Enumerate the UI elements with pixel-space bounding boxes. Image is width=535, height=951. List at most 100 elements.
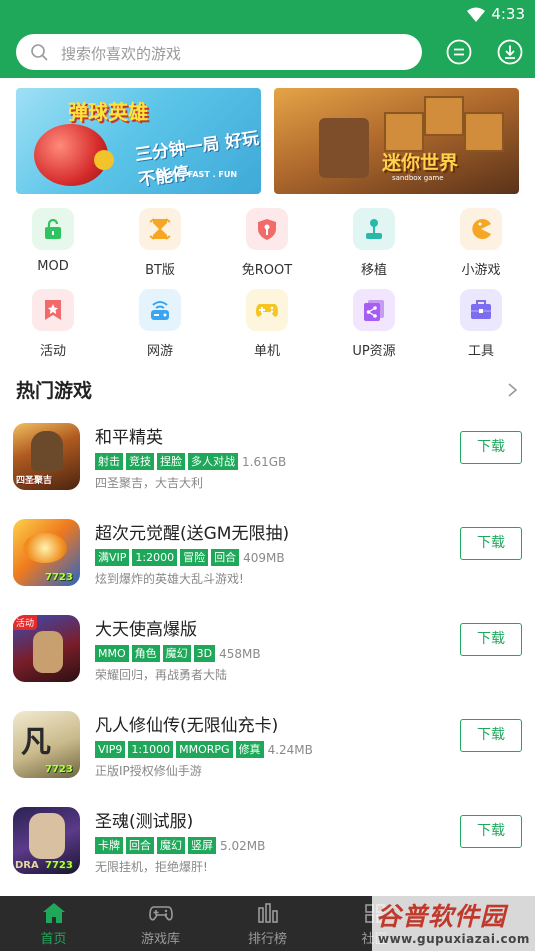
- banner-tagline: EASY . FAST . FUN: [156, 170, 238, 179]
- banner-mini-world[interactable]: 迷你世界 sandbox game: [274, 88, 519, 194]
- game-tag: 1:2000: [132, 549, 178, 566]
- category-icon-bg: [353, 289, 395, 331]
- game-description: 炫到爆炸的英雄大乱斗游戏!: [95, 572, 244, 586]
- ranking-icon: [257, 903, 278, 923]
- game-tags: VIP9 1:1000 MMORPG 修真 4.24MB: [95, 739, 313, 758]
- download-manager-icon[interactable]: [496, 38, 524, 66]
- category-port[interactable]: 移植: [339, 208, 409, 278]
- game-tag: 魔幻: [162, 645, 191, 662]
- download-button[interactable]: 下载: [460, 623, 522, 656]
- online-game-icon: [151, 301, 169, 320]
- tab-label: 游戏库: [140, 932, 180, 947]
- banner-pinball-hero[interactable]: 弹球英雄 三分钟一局 好玩不能停 EASY . FAST . FUN: [16, 88, 261, 194]
- section-title: 热门游戏: [16, 380, 93, 402]
- game-tag: 1:1000: [128, 741, 174, 758]
- lock-icon: [45, 218, 61, 239]
- category-icon-bg: [246, 208, 288, 250]
- game-name: 大天使高爆版: [95, 620, 197, 640]
- watermark-title: 谷普软件园: [376, 902, 507, 931]
- banner-tagline: sandbox game: [392, 174, 444, 182]
- download-button[interactable]: 下载: [460, 527, 522, 560]
- banner-title: 迷你世界: [382, 152, 459, 174]
- game-tags: MMO 角色 魔幻 3D 458MB: [95, 643, 261, 662]
- game-list-item[interactable]: 四圣聚吉 和平精英 射击 竞技 捏脸 多人对战 1.61GB 四圣聚吉，大吉大利 下载: [0, 423, 535, 519]
- download-button[interactable]: 下载: [460, 719, 522, 752]
- game-list-item[interactable]: DRA 7723 圣魂(测试服) 卡牌 回合 魔幻 竖屏 5.02MB 无限挂机，拒绝爆…: [0, 807, 535, 903]
- banner-title: 弹球英雄: [68, 100, 148, 124]
- search-icon: [31, 44, 48, 61]
- category-icon-bg: [353, 208, 395, 250]
- game-name: 超次元觉醒(送GM无限抽): [95, 524, 290, 544]
- category-icon-bg: [139, 208, 181, 250]
- download-button[interactable]: 下载: [460, 431, 522, 464]
- category-online-games[interactable]: 网游: [125, 289, 195, 359]
- game-tag: 修真: [235, 741, 264, 758]
- category-events[interactable]: 活动: [18, 289, 88, 359]
- game-icon-label: 四圣聚吉: [16, 476, 53, 486]
- game-name: 圣魂(测试服): [95, 812, 194, 832]
- category-no-root[interactable]: 免ROOT: [232, 208, 302, 278]
- game-list-item[interactable]: 凡 7723 凡人修仙传(无限仙充卡) VIP9 1:1000 MMORPG 修真 4.…: [0, 711, 535, 807]
- game-icon-logo: DRA: [15, 860, 39, 871]
- game-description: 四圣聚吉，大吉大利: [95, 476, 204, 490]
- game-tag: MMO: [95, 645, 129, 662]
- category-label: 移植: [360, 263, 387, 278]
- game-tags: 满VIP 1:2000 冒险 回合 409MB: [95, 547, 285, 566]
- download-button[interactable]: 下载: [460, 815, 522, 848]
- banner-block-art: [464, 112, 504, 152]
- game-name: 和平精英: [95, 428, 163, 448]
- game-description: 正版IP授权修仙手游: [95, 764, 202, 778]
- game-icon-character: [31, 431, 63, 471]
- game-tag: 回合: [211, 549, 240, 566]
- tab-home[interactable]: 首页: [0, 896, 107, 951]
- category-label: 网游: [146, 344, 173, 359]
- banner-block-art: [384, 112, 424, 152]
- category-label: UP资源: [352, 344, 396, 359]
- category-icon-bg: [460, 289, 502, 331]
- category-single-player[interactable]: 单机: [232, 289, 302, 359]
- game-icon: 7723: [13, 519, 80, 586]
- category-label: 小游戏: [461, 263, 501, 278]
- status-time: 4:33: [491, 5, 525, 23]
- game-icon: 四圣聚吉: [13, 423, 80, 490]
- search-input[interactable]: 搜索你喜欢的游戏: [16, 34, 422, 70]
- chevron-right-icon[interactable]: [506, 382, 520, 398]
- game-tag: VIP9: [95, 741, 126, 758]
- game-icon-badge: 7723: [45, 860, 73, 871]
- category-mod[interactable]: MOD: [18, 208, 88, 274]
- game-tag: 射击: [95, 453, 123, 470]
- game-tag: MMORPG: [176, 741, 233, 758]
- category-tools[interactable]: 工具: [446, 289, 516, 359]
- game-tag: 魔幻: [157, 837, 185, 854]
- game-icon-badge: 7723: [45, 572, 73, 583]
- category-icon-bg: [246, 289, 288, 331]
- game-name: 凡人修仙传(无限仙充卡): [95, 716, 279, 736]
- game-tag: 竖屏: [188, 837, 216, 854]
- category-up-resources[interactable]: UP资源: [339, 289, 409, 359]
- game-tags: 射击 竞技 捏脸 多人对战 1.61GB: [95, 451, 286, 470]
- home-icon: [42, 903, 65, 923]
- joystick-icon: [366, 219, 382, 239]
- game-tag: 角色: [131, 645, 160, 662]
- game-tag: 捏脸: [157, 453, 185, 470]
- game-icon-badge: 7723: [45, 764, 73, 775]
- wifi-icon: [467, 7, 485, 22]
- category-label: 工具: [467, 344, 494, 359]
- game-list-item[interactable]: 7723 超次元觉醒(送GM无限抽) 满VIP 1:2000 冒险 回合 409MB 炫…: [0, 519, 535, 615]
- tab-ranking[interactable]: 排行榜: [214, 896, 321, 951]
- gamepad-icon: [148, 906, 173, 921]
- site-watermark: 谷普软件园 www.gupuxiazai.com: [372, 895, 535, 951]
- game-tag: 3D: [193, 645, 216, 662]
- game-icon-art: [23, 533, 67, 563]
- game-size: 458MB: [219, 646, 261, 661]
- message-icon[interactable]: [445, 38, 473, 66]
- game-list-item[interactable]: 活动 大天使高爆版 MMO 角色 魔幻 3D 458MB 荣耀回归，再战勇者大陆 下载: [0, 615, 535, 711]
- tab-label: 排行榜: [247, 932, 287, 947]
- category-mini-games[interactable]: 小游戏: [446, 208, 516, 278]
- game-size: 4.24MB: [267, 742, 313, 757]
- tab-game-library[interactable]: 游戏库: [107, 896, 214, 951]
- category-bt[interactable]: BT版: [125, 208, 195, 278]
- category-icon-bg: [460, 208, 502, 250]
- game-tags: 卡牌 回合 魔幻 竖屏 5.02MB: [95, 835, 265, 854]
- toolbox-icon: [471, 300, 491, 319]
